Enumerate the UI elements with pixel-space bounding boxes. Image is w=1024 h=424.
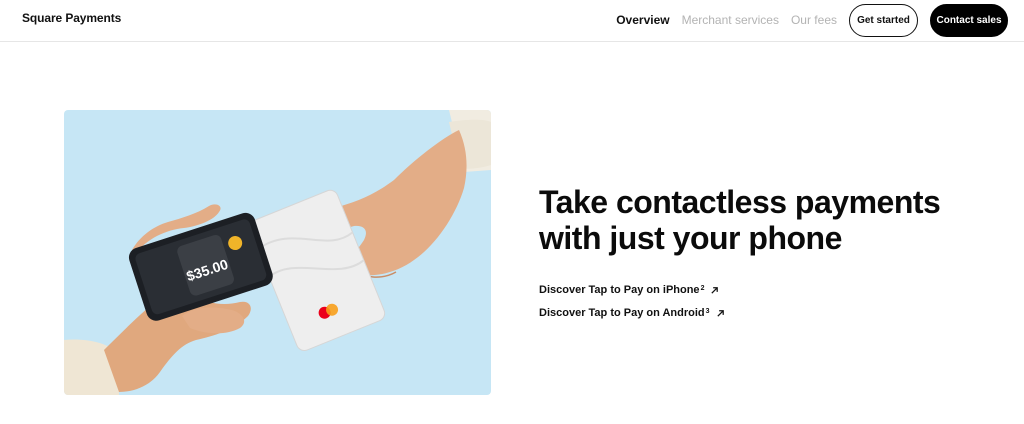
contact-sales-button[interactable]: Contact sales: [930, 3, 1008, 37]
link-label: Discover Tap to Pay on iPhone: [539, 284, 700, 296]
arrow-up-right-icon: [711, 286, 719, 294]
hero-title-line-2: with just your phone: [539, 220, 842, 256]
footnote-marker: 2: [700, 284, 705, 292]
main-nav: Overview Merchant services Our fees Get …: [616, 3, 1008, 37]
top-navigation-bar: Square Payments Overview Merchant servic…: [0, 0, 1024, 42]
hero-image: $35.00: [64, 110, 491, 395]
brand-logo[interactable]: Square Payments: [22, 11, 121, 25]
nav-overview[interactable]: Overview: [616, 13, 669, 27]
tap-to-pay-illustration: $35.00: [64, 110, 491, 395]
link-label: Discover Tap to Pay on Android: [539, 307, 705, 319]
tap-to-pay-iphone-link[interactable]: Discover Tap to Pay on iPhone 2: [539, 284, 719, 296]
arrow-up-right-icon: [716, 309, 724, 317]
get-started-button[interactable]: Get started: [849, 3, 918, 37]
hero-title-line-1: Take contactless payments: [539, 184, 941, 220]
tap-to-pay-android-link[interactable]: Discover Tap to Pay on Android 3: [539, 307, 725, 319]
nav-our-fees[interactable]: Our fees: [791, 13, 837, 27]
nav-merchant-services[interactable]: Merchant services: [682, 13, 779, 27]
footnote-marker: 3: [705, 307, 710, 315]
hero-title: Take contactless payments with just your…: [539, 184, 979, 256]
